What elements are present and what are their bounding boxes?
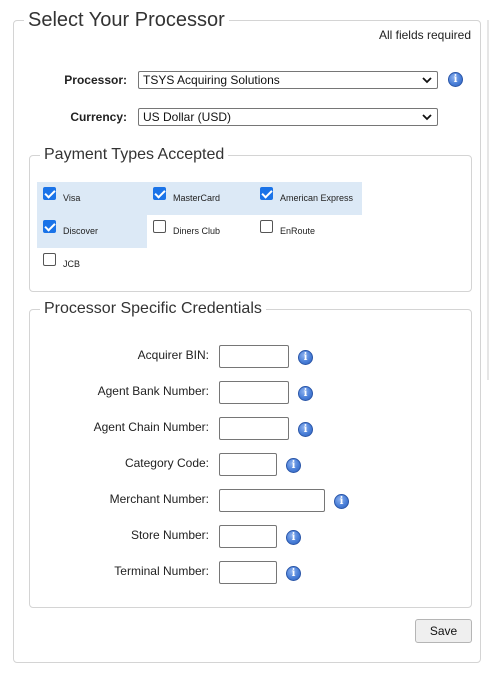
acquirer-bin-label: Acquirer BIN: bbox=[137, 348, 209, 362]
info-icon[interactable]: i bbox=[334, 494, 349, 509]
category-code-input[interactable] bbox=[219, 453, 277, 476]
checkbox-visa[interactable] bbox=[43, 187, 56, 200]
info-icon[interactable]: i bbox=[298, 422, 313, 437]
payment-type-label[interactable]: American Express bbox=[280, 193, 353, 203]
info-icon[interactable]: i bbox=[298, 386, 313, 401]
credentials-legend: Processor Specific Credentials bbox=[40, 299, 266, 319]
payment-type-american-express: American Express bbox=[254, 182, 362, 215]
terminal-number-label: Terminal Number: bbox=[114, 564, 209, 578]
payment-type-label[interactable]: Diners Club bbox=[173, 226, 220, 236]
store-number-label: Store Number: bbox=[130, 528, 209, 542]
payment-type-label[interactable]: JCB bbox=[63, 259, 80, 269]
currency-select[interactable]: US Dollar (USD) bbox=[138, 108, 438, 126]
merchant-number-input[interactable] bbox=[219, 489, 325, 512]
payment-type-label[interactable]: MasterCard bbox=[173, 193, 220, 203]
agent-chain-number-label: Agent Chain Number: bbox=[93, 420, 209, 434]
currency-value: US Dollar (USD) bbox=[143, 110, 232, 124]
info-icon[interactable]: i bbox=[286, 458, 301, 473]
required-note: All fields required bbox=[378, 28, 471, 42]
agent-bank-number-input[interactable] bbox=[219, 381, 289, 404]
category-code-label: Category Code: bbox=[124, 456, 209, 470]
agent-bank-number-label: Agent Bank Number: bbox=[97, 384, 209, 398]
save-button[interactable]: Save bbox=[415, 619, 472, 643]
info-icon[interactable]: i bbox=[286, 530, 301, 545]
processor-value: TSYS Acquiring Solutions bbox=[143, 73, 280, 87]
currency-label: Currency: bbox=[70, 110, 127, 124]
payment-type-diners-club: Diners Club bbox=[147, 215, 254, 248]
checkbox-diners-club[interactable] bbox=[153, 220, 166, 233]
chevron-down-icon bbox=[422, 114, 432, 121]
info-icon[interactable]: i bbox=[286, 566, 301, 581]
info-icon[interactable]: i bbox=[448, 72, 463, 87]
payment-types-legend: Payment Types Accepted bbox=[40, 145, 229, 165]
chevron-down-icon bbox=[422, 77, 432, 84]
payment-type-jcb: JCB bbox=[37, 248, 147, 281]
checkbox-discover[interactable] bbox=[43, 220, 56, 233]
page-title: Select Your Processor bbox=[24, 8, 229, 32]
store-number-input[interactable] bbox=[219, 525, 277, 548]
payment-type-label[interactable]: Visa bbox=[63, 193, 80, 203]
payment-type-visa: Visa bbox=[37, 182, 147, 215]
payment-type-enroute: EnRoute bbox=[254, 215, 362, 248]
processor-label: Processor: bbox=[64, 73, 127, 87]
checkbox-american-express[interactable] bbox=[260, 187, 273, 200]
merchant-number-label: Merchant Number: bbox=[109, 492, 209, 506]
info-icon[interactable]: i bbox=[298, 350, 313, 365]
processor-select[interactable]: TSYS Acquiring Solutions bbox=[138, 71, 438, 89]
checkbox-mastercard[interactable] bbox=[153, 187, 166, 200]
payment-type-label[interactable]: EnRoute bbox=[280, 226, 315, 236]
checkbox-enroute[interactable] bbox=[260, 220, 273, 233]
agent-chain-number-input[interactable] bbox=[219, 417, 289, 440]
payment-type-label[interactable]: Discover bbox=[63, 226, 98, 236]
terminal-number-input[interactable] bbox=[219, 561, 277, 584]
payment-type-discover: Discover bbox=[37, 215, 147, 248]
acquirer-bin-input[interactable] bbox=[219, 345, 289, 368]
checkbox-jcb[interactable] bbox=[43, 253, 56, 266]
payment-type-mastercard: MasterCard bbox=[147, 182, 254, 215]
